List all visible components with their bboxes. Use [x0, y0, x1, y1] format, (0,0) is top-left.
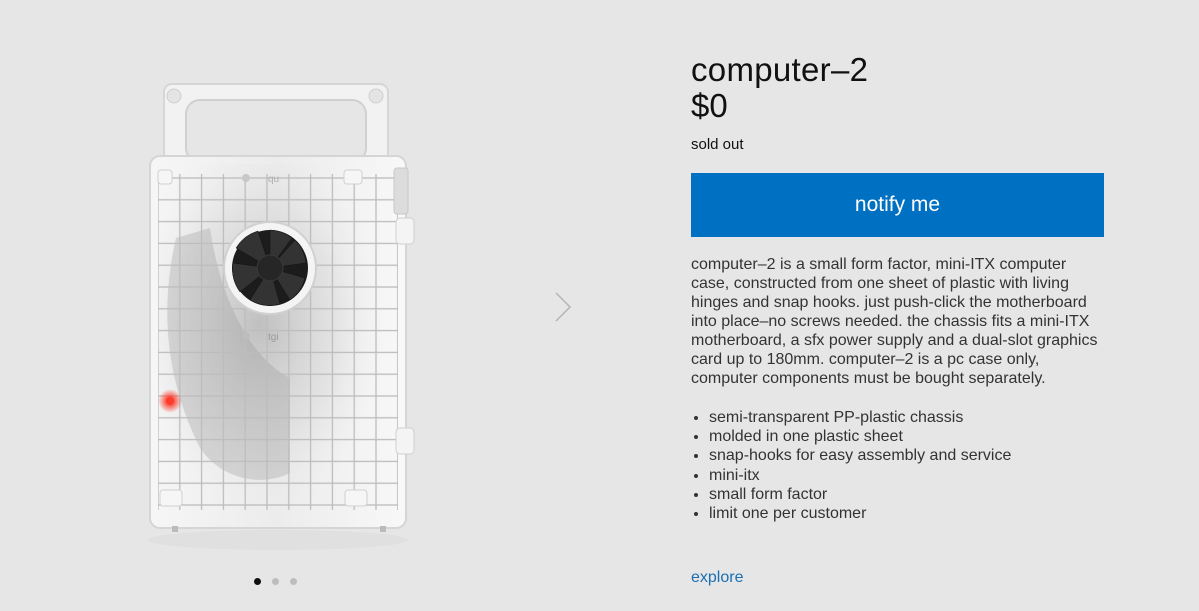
stock-status: sold out: [691, 136, 744, 153]
case-panel-label-bottom: tgi: [268, 332, 279, 343]
case-fan: [223, 221, 317, 315]
carousel-dot-3[interactable]: [290, 578, 297, 585]
feature-item: snap-hooks for easy assembly and service: [709, 446, 1104, 465]
feature-item: semi-transparent PP-plastic chassis: [709, 408, 1104, 427]
feature-item: small form factor: [709, 485, 1104, 504]
image-gallery: qu tgi: [0, 0, 590, 611]
product-price: $0: [691, 87, 728, 124]
product-description: computer–2 is a small form factor, mini-…: [691, 256, 1098, 387]
carousel-dot-2[interactable]: [272, 578, 279, 585]
product-info: computer–2 $0 sold out notify me compute…: [691, 52, 1104, 523]
product-image: qu tgi: [148, 83, 415, 550]
case-handle: [163, 83, 389, 165]
feature-item: mini-itx: [709, 466, 1104, 485]
carousel-dots: [254, 578, 297, 585]
chevron-right-icon[interactable]: [551, 290, 575, 324]
carousel-dot-1[interactable]: [254, 578, 261, 585]
feature-list: semi-transparent PP-plastic chassis mold…: [691, 408, 1104, 523]
case-panel-label-top: qu: [268, 174, 279, 185]
feature-item: limit one per customer: [709, 504, 1104, 523]
feature-item: molded in one plastic sheet: [709, 427, 1104, 446]
product-title: computer–2: [691, 51, 869, 88]
explore-link[interactable]: explore: [691, 569, 743, 587]
notify-me-button[interactable]: notify me: [691, 173, 1104, 237]
